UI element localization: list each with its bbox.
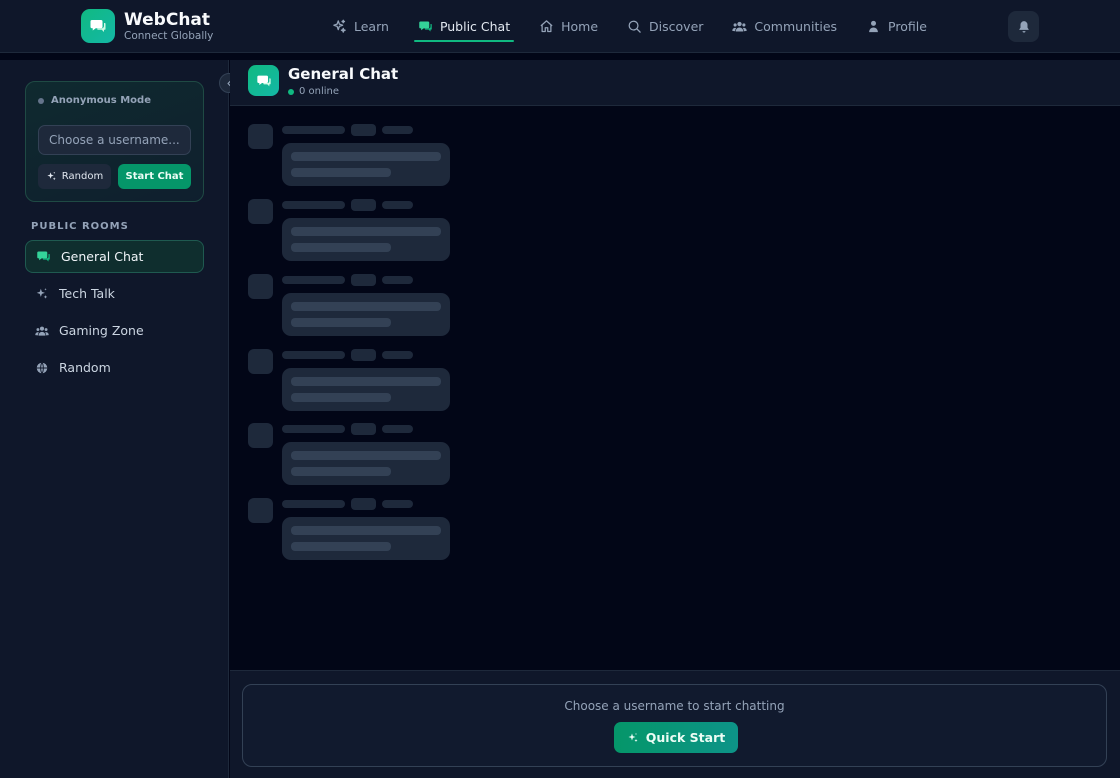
message-skeleton (248, 498, 452, 561)
users-icon (732, 21, 748, 32)
nav-home[interactable]: Home (529, 0, 608, 53)
message-skeleton (248, 423, 452, 486)
sidebar: Anonymous Mode Random Start Chat PUBLIC … (0, 60, 229, 778)
notifications-button[interactable] (1008, 11, 1039, 42)
chat-icon (37, 251, 50, 262)
nav-discover-label: Discover (649, 19, 704, 34)
composer-panel: Choose a username to start chatting Quic… (242, 684, 1107, 767)
sidebar-item-random[interactable]: Random (25, 351, 204, 384)
sparkles-icon (36, 287, 48, 299)
nav-discover[interactable]: Discover (617, 0, 713, 53)
nav-home-label: Home (561, 19, 599, 34)
quick-start-label: Quick Start (645, 730, 726, 745)
search-icon (628, 20, 641, 33)
nav-communities[interactable]: Communities (722, 0, 847, 53)
nav-profile-label: Profile (888, 19, 927, 34)
online-status-dot (288, 88, 294, 95)
nav-profile[interactable]: Profile (856, 0, 937, 53)
brand-tagline: Connect Globally (124, 29, 214, 42)
chat-header: General Chat 0 online (230, 60, 1120, 106)
home-icon (540, 20, 553, 33)
sidebar-item-tech-talk[interactable]: Tech Talk (25, 277, 204, 310)
bell-icon (1018, 20, 1029, 33)
top-navigation-bar: WebChat Connect Globally Learn Public Ch… (0, 0, 1120, 53)
user-icon (869, 20, 878, 33)
username-input[interactable] (38, 125, 191, 155)
sparkles-icon (47, 171, 56, 181)
sparkles-icon (333, 19, 346, 33)
nav-learn-label: Learn (354, 19, 389, 34)
chat-icon (419, 21, 432, 32)
sidebar-item-gaming-zone[interactable]: Gaming Zone (25, 314, 204, 347)
globe-icon (36, 361, 48, 374)
composer-area: Choose a username to start chatting Quic… (230, 670, 1120, 778)
users-icon (35, 326, 49, 336)
sparkles-icon (628, 732, 638, 742)
message-list (230, 106, 1120, 670)
brand-name: WebChat (124, 9, 211, 30)
message-skeleton (248, 274, 452, 337)
public-rooms-heading: PUBLIC ROOMS (31, 221, 129, 232)
random-username-button[interactable]: Random (38, 164, 111, 189)
chat-logo-icon (81, 9, 115, 43)
anonymous-mode-header: Anonymous Mode (38, 95, 151, 106)
quick-start-button[interactable]: Quick Start (614, 722, 738, 753)
status-dot (38, 97, 44, 104)
online-count-text: 0 online (299, 86, 340, 97)
online-count: 0 online (288, 86, 339, 97)
message-skeleton (248, 124, 452, 187)
nav-public-chat-label: Public Chat (439, 19, 511, 34)
message-skeleton (248, 349, 452, 412)
random-button-label: Random (61, 171, 104, 182)
sidebar-item-label: General Chat (61, 249, 144, 264)
anonymous-mode-title: Anonymous Mode (51, 95, 151, 106)
chat-icon (248, 65, 279, 96)
nav-public-chat[interactable]: Public Chat (408, 0, 520, 53)
sidebar-item-label: Tech Talk (59, 286, 115, 301)
nav-communities-label: Communities (754, 19, 838, 34)
main-nav: Learn Public Chat Home Discover Communit… (322, 0, 946, 53)
sidebar-item-label: Gaming Zone (59, 323, 144, 338)
sidebar-item-label: Random (59, 360, 111, 375)
chat-room-title: General Chat (288, 65, 399, 83)
brand[interactable]: WebChat Connect Globally (81, 9, 213, 43)
anonymous-mode-card: Anonymous Mode Random Start Chat (25, 81, 204, 202)
start-chat-label: Start Chat (125, 171, 184, 182)
message-skeleton (248, 199, 452, 262)
composer-prompt: Choose a username to start chatting (564, 699, 785, 713)
sidebar-item-general-chat[interactable]: General Chat (25, 240, 204, 273)
nav-learn[interactable]: Learn (322, 0, 399, 53)
start-chat-button[interactable]: Start Chat (118, 164, 191, 189)
